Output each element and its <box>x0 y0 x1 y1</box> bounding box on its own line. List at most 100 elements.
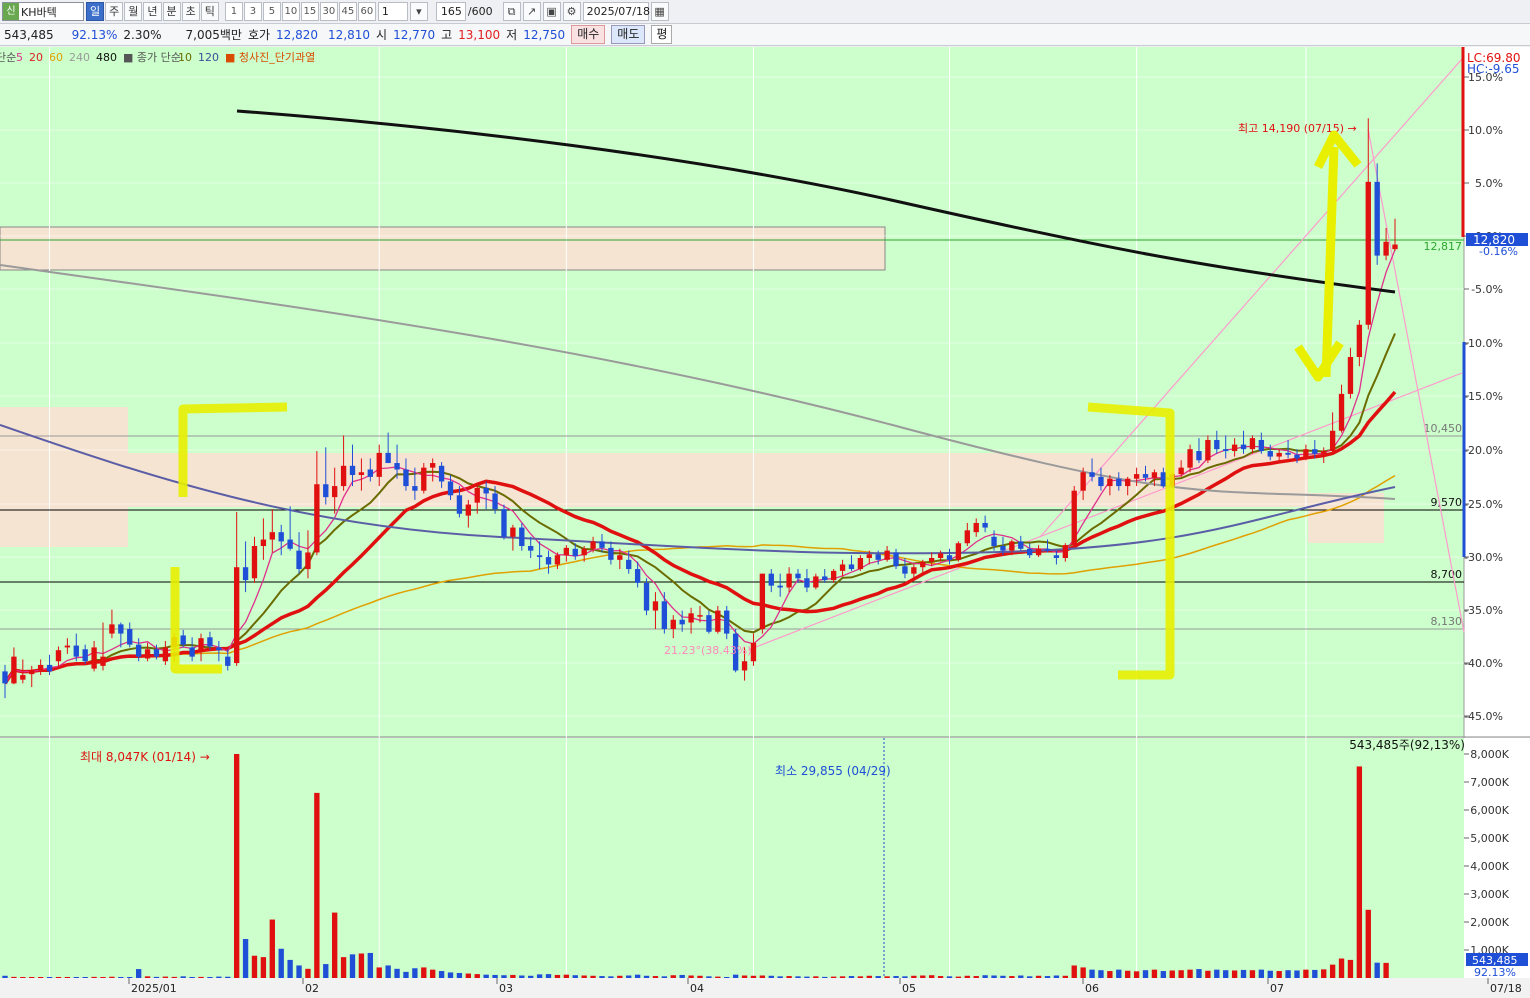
sell-button[interactable]: 매도 <box>611 25 646 44</box>
candle-body <box>1205 439 1211 461</box>
chart-toolbar: 신 KH바텍 일주월년분초틱 1 3 5 10 15 30 45 60 1 ▾ 165 /60… <box>0 0 1530 24</box>
period-tab-4[interactable]: 분 <box>162 2 181 21</box>
volume-bar <box>340 957 347 978</box>
period-tab-5[interactable]: 초 <box>181 2 200 21</box>
candle-body <box>973 522 979 533</box>
volume-axis-bg <box>1464 738 1530 978</box>
hc-label: HC:-9.65 <box>1467 62 1520 76</box>
volume-bar <box>1080 967 1086 978</box>
candle-body <box>1098 476 1104 487</box>
period-tab-3[interactable]: 년 <box>143 2 162 21</box>
candle-type-icon[interactable]: ⧉ <box>502 2 521 21</box>
volume-bar <box>1071 965 1077 978</box>
candle-body <box>590 541 596 549</box>
interval-button-15[interactable]: 15 <box>300 2 319 21</box>
price-line-label: 9,570 <box>1431 496 1463 509</box>
volume-bar <box>189 977 195 978</box>
pct-tick-label: -10.0% <box>1464 337 1503 350</box>
candle-body <box>162 647 169 662</box>
candle-body <box>1240 444 1247 450</box>
stock-selector[interactable]: 신 KH바텍 <box>2 2 84 21</box>
interval-button-5[interactable]: 5 <box>262 2 281 21</box>
interval-button-45[interactable]: 45 <box>338 2 357 21</box>
volume-bar <box>857 976 864 978</box>
count-input[interactable]: 165 <box>435 2 466 21</box>
candle-body <box>403 469 409 487</box>
candle-body <box>430 463 436 468</box>
volume-min-label: 최소 29,855 (04/29) <box>775 764 891 778</box>
eq-button[interactable]: 평 <box>651 25 673 44</box>
interval-button-30[interactable]: 30 <box>319 2 338 21</box>
volume-bar <box>242 939 249 978</box>
candle-body <box>1214 439 1220 450</box>
candle-body <box>1062 545 1068 558</box>
volume-bar <box>144 976 151 978</box>
volume-bar <box>323 964 329 978</box>
volume-bar <box>670 975 676 978</box>
candle-body <box>1312 449 1318 454</box>
candle-body <box>1276 452 1282 457</box>
candle-body <box>528 546 534 551</box>
volume-bar <box>1285 970 1291 978</box>
legend-vol-ma-10: 10 <box>178 51 192 64</box>
volume-bar <box>385 965 391 978</box>
candle-body <box>1053 555 1060 558</box>
interval-button-1[interactable]: 1 <box>224 2 243 21</box>
volume-bar <box>456 972 463 978</box>
period-tab-6[interactable]: 틱 <box>200 2 219 21</box>
candle-body <box>11 656 17 684</box>
candle-body <box>314 484 320 553</box>
volume-bar <box>501 975 507 978</box>
volume-bar <box>1125 970 1131 978</box>
candle-body <box>251 546 258 579</box>
period-tab-0[interactable]: 일 <box>86 2 105 21</box>
candle-body <box>991 536 997 547</box>
quote-high-label: 고 <box>441 28 453 42</box>
volume-bar <box>1383 962 1389 978</box>
volume-bar <box>563 974 570 978</box>
line-tool-icon[interactable]: ↗ <box>522 2 541 21</box>
period-tab-2[interactable]: 월 <box>124 2 143 21</box>
candle-body <box>955 543 962 560</box>
save-icon[interactable]: ▣ <box>542 2 561 21</box>
settings-icon[interactable]: ⚙ <box>562 2 581 21</box>
candle-body <box>750 642 757 662</box>
candle-body <box>706 615 712 632</box>
volume-bar <box>839 976 846 978</box>
chevron-down-icon[interactable]: ▾ <box>409 2 428 21</box>
volume-bar <box>20 977 26 978</box>
volume-tick-label: 4,000K <box>1470 860 1509 873</box>
candle-body <box>144 649 151 659</box>
legend-ma-prefix: 단순 <box>0 51 16 64</box>
volume-bar <box>1035 975 1042 978</box>
stock-chart[interactable]: 단순 5 20 60 240 480 ■ 종가 단순10 120 ■ 청사진_단기과열 10,4… <box>0 47 1530 998</box>
volume-bar <box>207 977 213 978</box>
interval-button-10[interactable]: 10 <box>281 2 300 21</box>
volume-tick-label: 3,000K <box>1470 888 1509 901</box>
candle-body <box>937 553 944 558</box>
candle-body <box>875 554 881 560</box>
volume-bar <box>269 919 275 978</box>
candle-body <box>652 601 659 611</box>
volume-bar <box>492 974 498 978</box>
date-input[interactable]: 2025/07/18 <box>582 2 650 21</box>
volume-bar <box>528 975 534 978</box>
candle-body <box>1196 451 1202 461</box>
volume-bar <box>893 976 899 978</box>
period-tab-1[interactable]: 주 <box>105 2 124 21</box>
interval-button-60[interactable]: 60 <box>357 2 376 21</box>
candle-body <box>492 493 498 510</box>
candle-body <box>1089 472 1095 477</box>
calendar-icon[interactable]: ▦ <box>650 2 669 21</box>
candle-body <box>768 573 774 586</box>
date-tick-label: 03 <box>499 982 513 995</box>
candle-body <box>830 570 837 581</box>
candle-body <box>759 573 766 629</box>
buy-button[interactable]: 매수 <box>571 25 606 44</box>
candle-body <box>1080 472 1086 491</box>
resistance-zone <box>0 226 886 271</box>
interval-select[interactable]: 1 <box>377 2 408 21</box>
interval-button-3[interactable]: 3 <box>243 2 262 21</box>
candle-body <box>1071 490 1077 546</box>
volume-bar <box>1151 969 1158 978</box>
